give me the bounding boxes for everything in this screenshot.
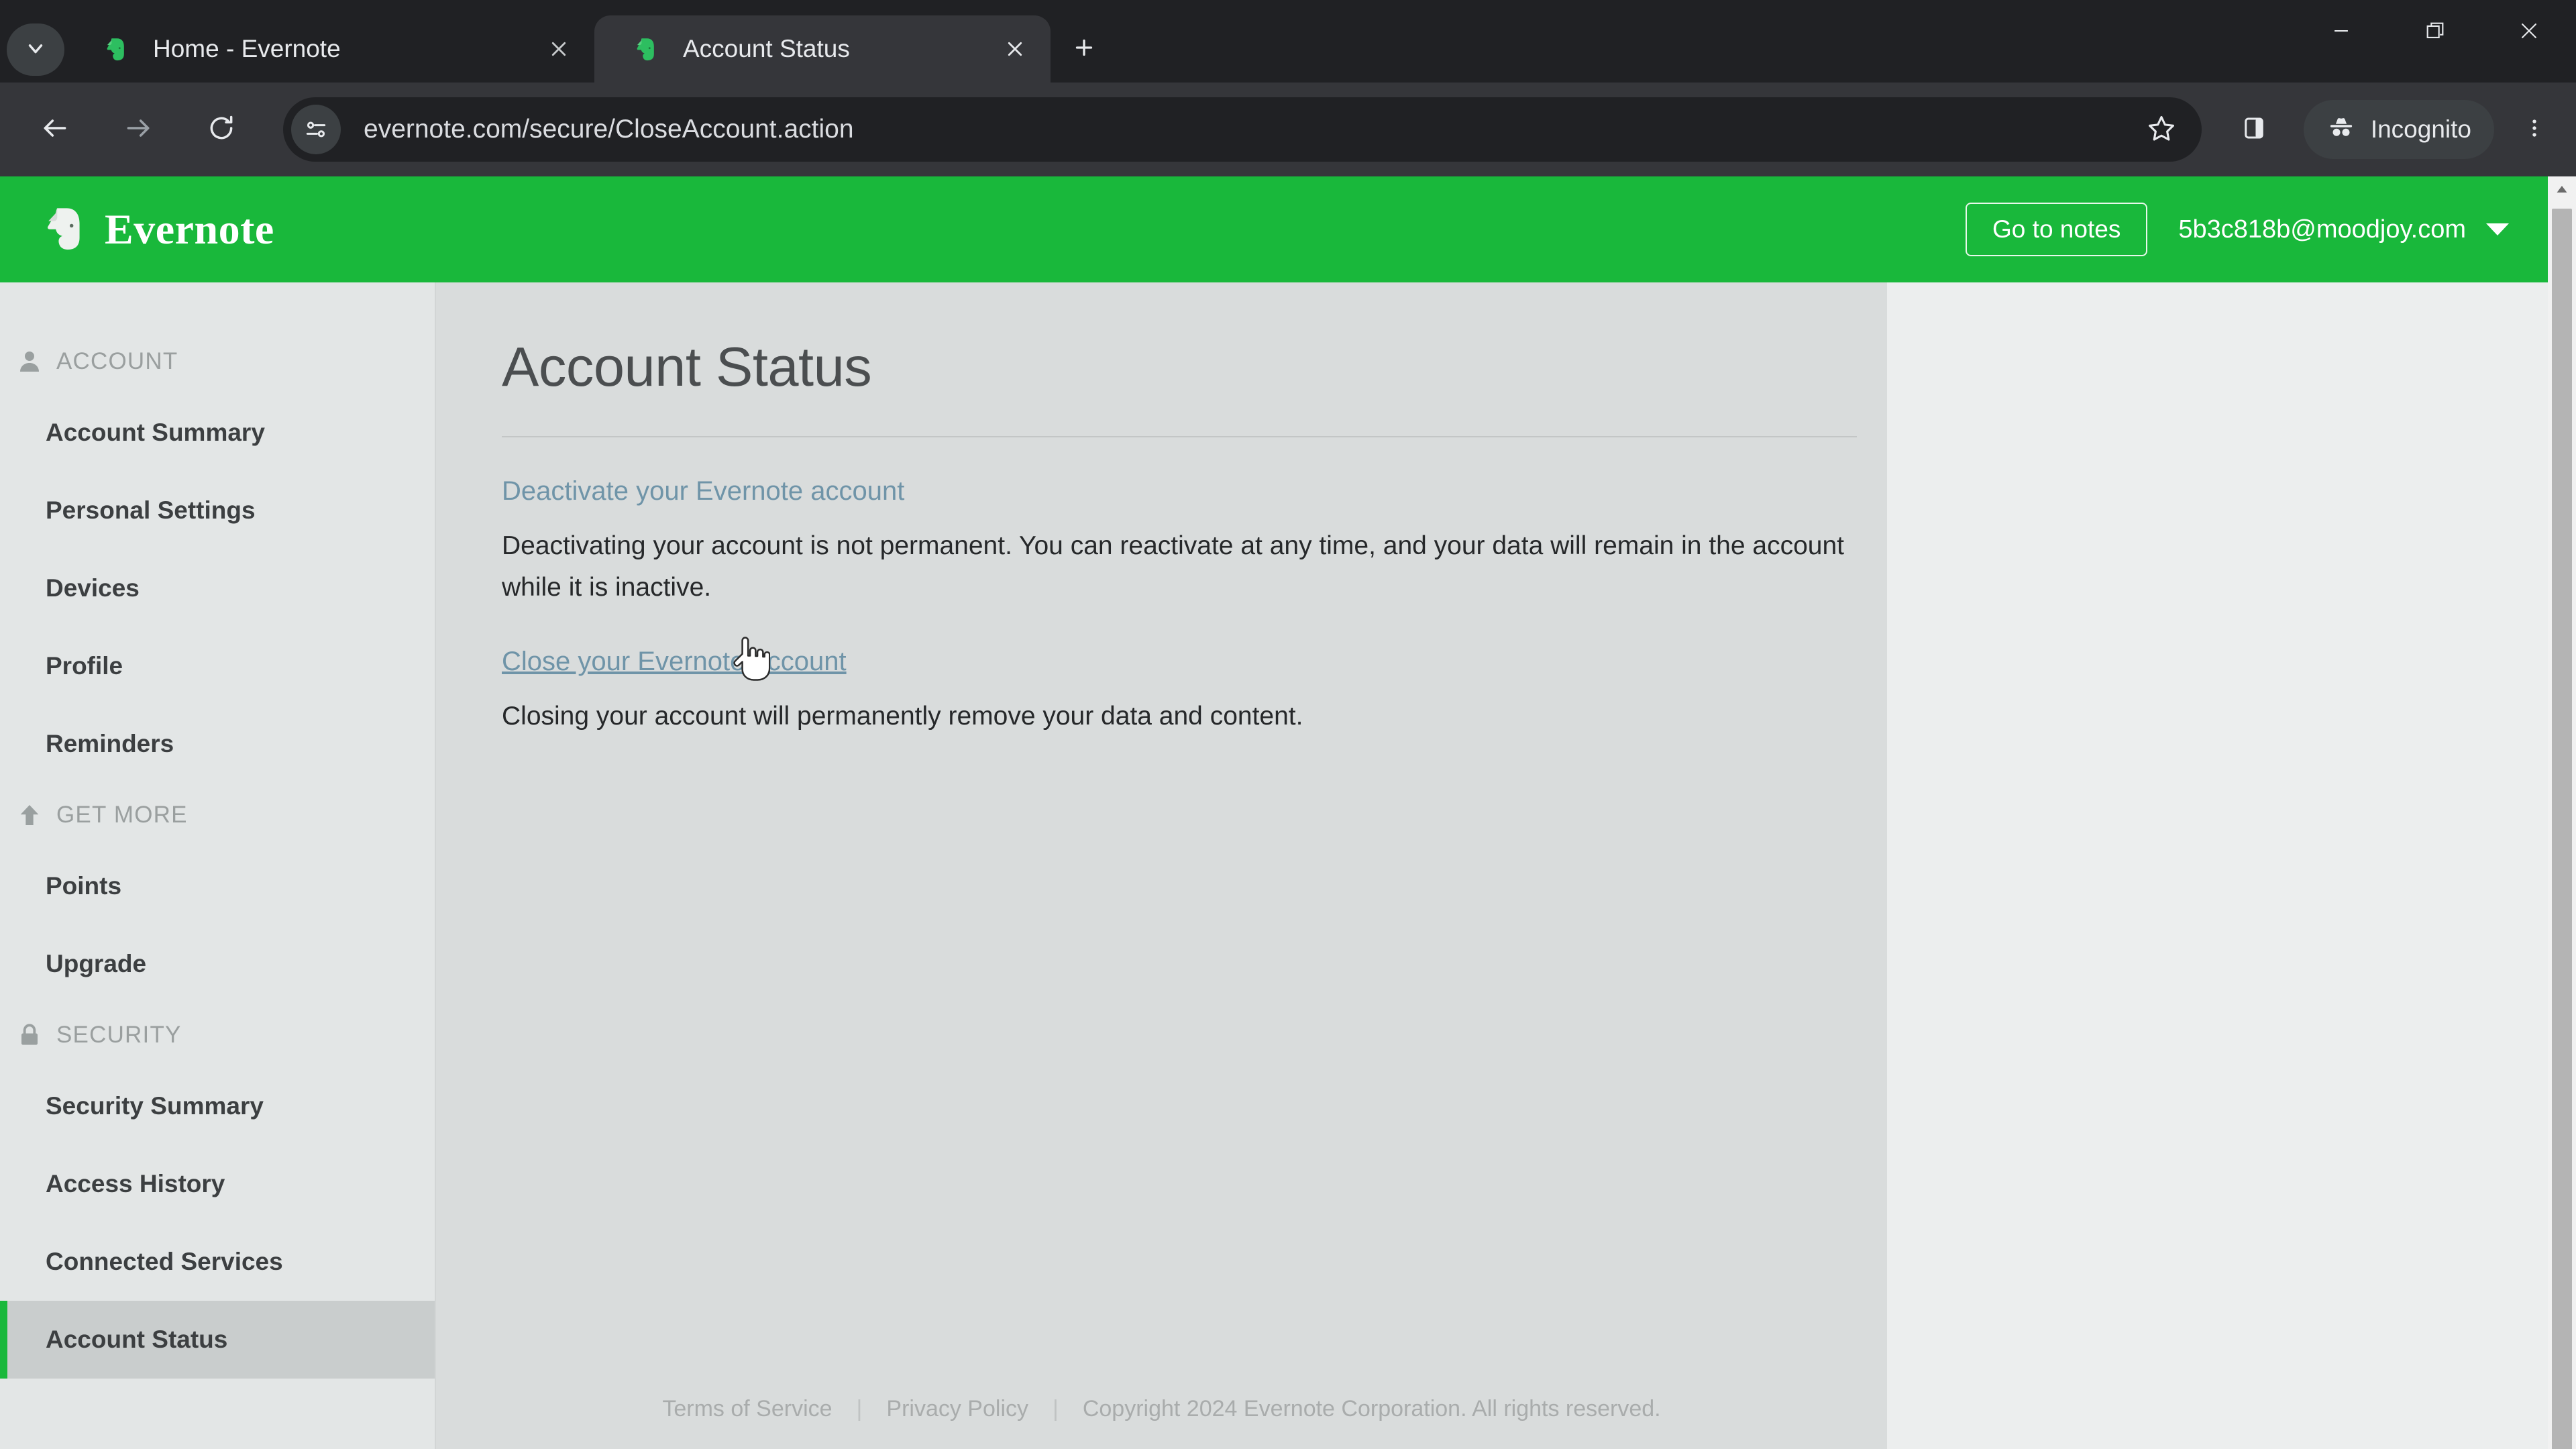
incognito-label: Incognito [2370,115,2471,143]
close-account-description: Closing your account will permanently re… [502,702,1303,731]
evernote-header: Evernote Go to notes 5b3c818b@moodjoy.co… [0,176,2548,282]
sidebar-group-label: SECURITY [56,1022,182,1048]
window-controls [2294,0,2576,83]
reload-button[interactable] [189,97,254,162]
scroll-up-button[interactable] [2548,176,2576,205]
page-title: Account Status [502,335,872,398]
privacy-policy-link[interactable]: Privacy Policy [886,1396,1028,1422]
account-sidebar: ACCOUNT Account Summary Personal Setting… [0,282,436,1449]
side-panel-button[interactable] [2224,100,2284,159]
close-account-link[interactable]: Close your Evernote account [502,647,847,677]
sidebar-item-profile[interactable]: Profile [0,627,435,705]
incognito-indicator[interactable]: Incognito [2303,100,2494,159]
minimize-button[interactable] [2294,0,2388,64]
url-text: evernote.com/secure/CloseAccount.action [364,115,854,144]
arrow-up-icon [15,800,44,830]
sidebar-group-label: ACCOUNT [56,348,178,374]
tab-title: Account Status [683,35,850,62]
deactivate-account-link[interactable]: Deactivate your Evernote account [502,476,904,506]
side-panel-icon [2240,114,2268,146]
chevron-down-icon [24,37,47,63]
sidebar-group-security: SECURITY [0,1003,435,1067]
tab-strip: Home - Evernote Account Status [0,0,2576,83]
arrow-right-icon [123,113,153,146]
browser-toolbar: evernote.com/secure/CloseAccount.action [0,83,2576,176]
browser-window: Home - Evernote Account Status evernote.… [0,0,2576,1449]
page-footer: Terms of Service | Privacy Policy | Copy… [436,1368,1887,1449]
new-tab-button[interactable] [1060,25,1108,73]
page-body: ACCOUNT Account Summary Personal Setting… [0,282,2548,1449]
sidebar-item-upgrade[interactable]: Upgrade [0,925,435,1003]
page-viewport: Evernote Go to notes 5b3c818b@moodjoy.co… [0,176,2576,1449]
site-settings-icon[interactable] [291,105,341,154]
forward-button[interactable] [106,97,170,162]
footer-separator: | [1053,1395,1059,1421]
header-actions: Go to notes 5b3c818b@moodjoy.com [1966,203,2520,256]
scrollbar-thumb[interactable] [2552,209,2572,1449]
reload-icon [207,113,236,146]
tab-title: Home - Evernote [153,35,341,62]
arrow-left-icon [40,113,70,146]
back-button[interactable] [23,97,87,162]
evernote-elephant-icon [39,203,90,257]
terms-of-service-link[interactable]: Terms of Service [662,1396,832,1422]
tab-close-button[interactable] [538,28,580,70]
copyright-text: Copyright 2024 Evernote Corporation. All… [1082,1395,1661,1421]
close-account-section: Close your Evernote account Closing your… [502,647,1887,737]
bookmark-button[interactable] [2132,100,2191,159]
evernote-web-page: Evernote Go to notes 5b3c818b@moodjoy.co… [0,176,2548,1449]
sidebar-group-get-more: GET MORE [0,783,435,847]
restore-icon [2424,19,2447,46]
plus-icon [1072,36,1096,63]
close-icon [2518,19,2540,46]
sidebar-item-devices[interactable]: Devices [0,549,435,627]
maximize-button[interactable] [2388,0,2482,64]
person-icon [15,347,44,376]
tab-close-button[interactable] [994,28,1036,70]
deactivate-description: Deactivating your account is not permane… [502,531,1844,602]
close-button[interactable] [2482,0,2576,64]
incognito-icon [2326,113,2356,146]
three-dot-menu-icon [2523,117,2546,143]
sidebar-item-security-summary[interactable]: Security Summary [0,1067,435,1145]
address-bar[interactable]: evernote.com/secure/CloseAccount.action [283,97,2202,162]
footer-separator: | [856,1395,863,1421]
tab-search-button[interactable] [7,23,64,76]
sidebar-item-access-history[interactable]: Access History [0,1145,435,1223]
evernote-elephant-icon [102,35,130,63]
sidebar-item-points[interactable]: Points [0,847,435,925]
title-divider [502,436,1857,437]
caret-down-icon[interactable] [2486,223,2509,235]
evernote-elephant-icon [632,35,660,63]
sidebar-item-account-status[interactable]: Account Status [0,1301,435,1379]
sidebar-item-personal-settings[interactable]: Personal Settings [0,472,435,549]
sidebar-item-reminders[interactable]: Reminders [0,705,435,783]
sidebar-group-account: ACCOUNT [0,329,435,394]
tab-account-status[interactable]: Account Status [594,15,1051,83]
sidebar-item-connected-services[interactable]: Connected Services [0,1223,435,1301]
sidebar-item-account-summary[interactable]: Account Summary [0,394,435,472]
main-content: Account Status Deactivate your Evernote … [436,282,1887,1449]
tab-home-evernote[interactable]: Home - Evernote [64,15,594,83]
omnibox-actions [2132,100,2191,159]
account-email-menu[interactable]: 5b3c818b@moodjoy.com [2178,215,2466,244]
lock-icon [15,1020,44,1050]
content-area: Account Status Deactivate your Evernote … [436,282,1887,1368]
evernote-logo[interactable]: Evernote [39,203,274,257]
evernote-wordmark: Evernote [105,205,274,253]
star-icon [2147,113,2176,146]
deactivate-section: Deactivate your Evernote account Deactiv… [502,476,1887,608]
page-right-gutter [1887,282,2548,1449]
page-scrollbar[interactable] [2548,176,2576,1449]
browser-menu-button[interactable] [2506,100,2563,159]
caret-up-icon [2555,182,2569,199]
minimize-icon [2330,19,2353,46]
sidebar-group-label: GET MORE [56,802,188,828]
go-to-notes-button[interactable]: Go to notes [1966,203,2148,256]
